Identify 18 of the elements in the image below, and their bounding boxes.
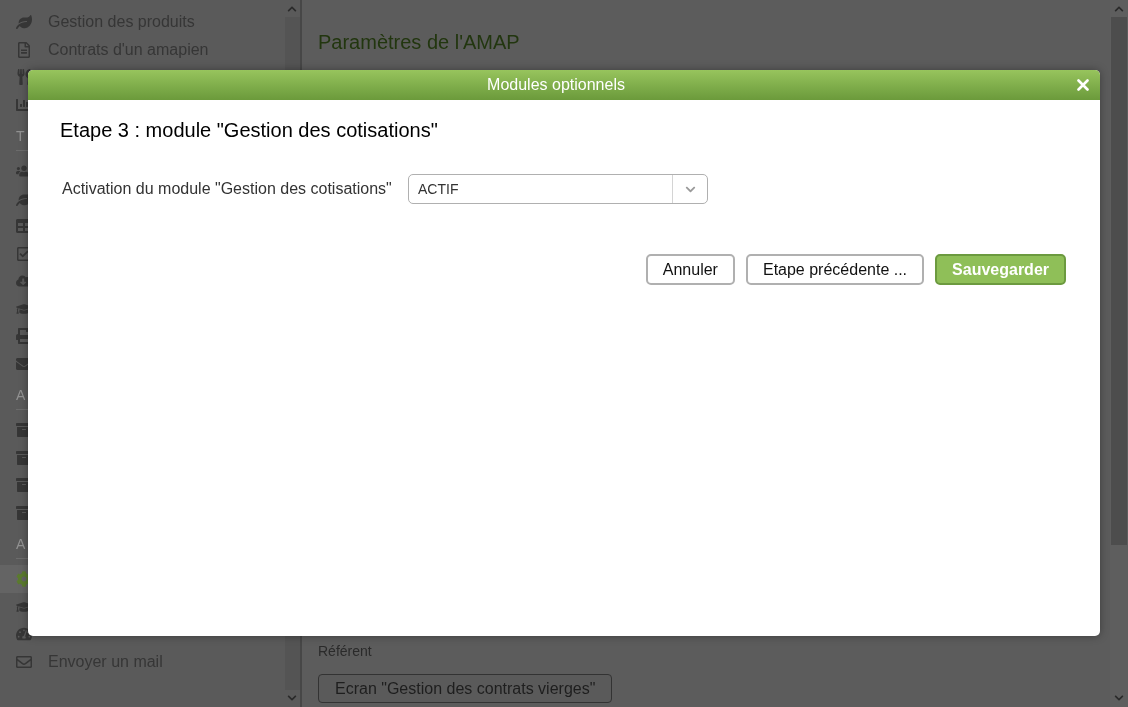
fork-knife-icon — [16, 69, 32, 85]
dialog-button[interactable]: Etape précédente ... — [745, 254, 925, 285]
save-button[interactable]: Sauvegarder — [935, 254, 1066, 285]
dialog-button[interactable]: Annuler — [645, 254, 735, 285]
section-heading: T — [16, 128, 25, 145]
field-label: Activation du module "Gestion des cotisations" — [62, 180, 392, 198]
page-title: Paramètres de l'AMAP — [318, 30, 520, 54]
envelope-icon — [16, 653, 32, 670]
section-heading: A — [16, 536, 26, 553]
dropdown-select[interactable]: ACTIF — [408, 174, 708, 204]
document-icon — [16, 41, 32, 58]
leaf-icon — [16, 14, 32, 30]
close-button[interactable] — [1074, 76, 1092, 94]
dialog-title: Modules optionnels — [486, 76, 626, 94]
step-title: Etape 3 : module "Gestion des cotisations" — [60, 118, 438, 142]
section-heading: A — [16, 387, 26, 404]
close-icon — [1077, 79, 1089, 91]
screen-button[interactable]: Ecran "Gestion des contrats vierges" — [318, 674, 613, 703]
